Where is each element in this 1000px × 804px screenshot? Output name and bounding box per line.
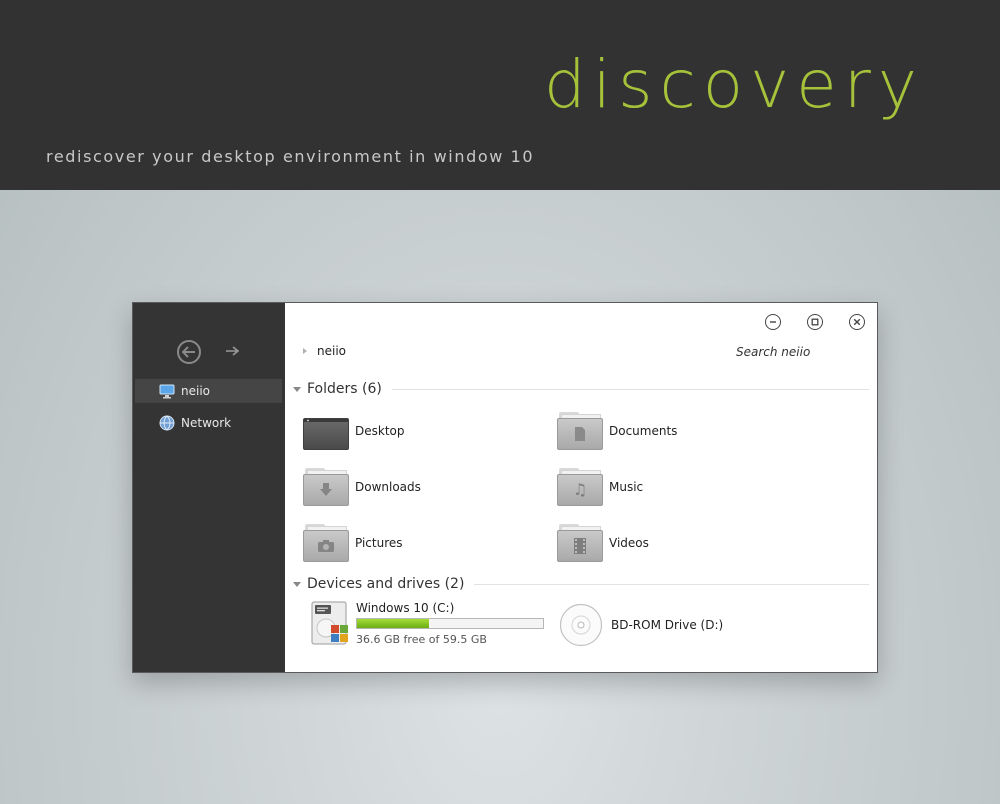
- music-folder-icon: ♫: [557, 468, 603, 506]
- maximize-icon[interactable]: [807, 314, 823, 330]
- folder-label: Desktop: [355, 424, 405, 438]
- drive-free-space: 36.6 GB free of 59.5 GB: [356, 633, 487, 646]
- group-title: Folders (6): [307, 381, 382, 397]
- network-globe-icon: [159, 415, 175, 431]
- drive-usage-fill: [357, 619, 429, 628]
- close-icon[interactable]: [849, 314, 865, 330]
- back-arrow-circle-icon[interactable]: [177, 340, 201, 364]
- folder-videos[interactable]: Videos: [557, 524, 649, 562]
- downloads-folder-icon: [303, 468, 349, 506]
- sidebar-item-neiio[interactable]: neiio: [135, 379, 282, 403]
- explorer-window: neiio Network neiio Search neiio Folders…: [132, 302, 878, 673]
- collapse-arrow-icon[interactable]: [293, 386, 301, 392]
- sidebar-item-network[interactable]: Network: [135, 411, 282, 435]
- folders-group-header[interactable]: Folders (6): [293, 380, 869, 398]
- folder-music[interactable]: ♫ Music: [557, 468, 643, 506]
- computer-icon: [159, 383, 175, 399]
- drive-c[interactable]: Windows 10 (C:) 36.6 GB free of 59.5 GB: [311, 601, 544, 646]
- drive-usage-bar: [356, 618, 544, 629]
- group-title: Devices and drives (2): [307, 576, 465, 592]
- folder-label: Documents: [609, 424, 678, 438]
- collapse-arrow-icon[interactable]: [293, 581, 301, 587]
- folder-label: Music: [609, 480, 644, 494]
- folder-downloads[interactable]: Downloads: [303, 468, 421, 506]
- documents-folder-icon: [557, 412, 603, 450]
- devices-group-header[interactable]: Devices and drives (2): [293, 575, 869, 593]
- hard-drive-icon: [311, 601, 349, 645]
- drive-label: Windows 10 (C:): [356, 601, 455, 615]
- brand-title: discovery: [543, 46, 924, 123]
- content-pane: neiio Search neiio Folders (6) Desktop D…: [285, 303, 877, 672]
- breadcrumb-arrow-icon[interactable]: [303, 348, 307, 354]
- folder-label: Videos: [609, 536, 649, 550]
- breadcrumb[interactable]: neiio: [303, 344, 346, 358]
- breadcrumb-item[interactable]: neiio: [317, 344, 346, 358]
- drive-info: Windows 10 (C:) 36.6 GB free of 59.5 GB: [356, 601, 544, 646]
- folder-pictures[interactable]: Pictures: [303, 524, 403, 562]
- divider: [391, 388, 869, 390]
- folder-documents[interactable]: Documents: [557, 412, 677, 450]
- divider: [474, 583, 869, 585]
- sidebar-item-label: neiio: [181, 384, 210, 398]
- minimize-icon[interactable]: [765, 314, 781, 330]
- sidebar-item-label: Network: [181, 416, 232, 430]
- drive-d[interactable]: BD-ROM Drive (D:): [559, 603, 723, 647]
- pictures-folder-icon: [303, 524, 349, 562]
- search-input[interactable]: Search neiio: [736, 345, 810, 359]
- videos-folder-icon: [557, 524, 603, 562]
- tagline: rediscover your desktop environment in w…: [46, 147, 535, 166]
- folder-label: Downloads: [355, 480, 421, 494]
- optical-disc-icon: [559, 603, 603, 647]
- banner: discovery rediscover your desktop enviro…: [0, 0, 1000, 190]
- folder-label: Pictures: [355, 536, 403, 550]
- forward-arrow-icon[interactable]: [224, 341, 240, 361]
- navigation-pane: neiio Network: [133, 303, 285, 672]
- desktop-folder-icon: [303, 412, 349, 450]
- folder-desktop[interactable]: Desktop: [303, 412, 405, 450]
- drive-label: BD-ROM Drive (D:): [611, 618, 724, 632]
